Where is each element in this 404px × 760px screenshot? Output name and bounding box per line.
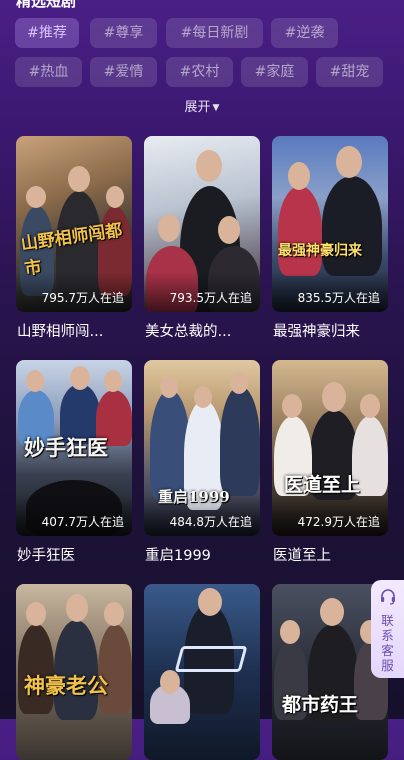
viewer-count: 484.8万人在追 xyxy=(169,515,252,529)
tag-romance[interactable]: #爱情 xyxy=(90,57,157,87)
viewer-count: 472.9万人在追 xyxy=(297,515,380,529)
viewer-count: 407.7万人在追 xyxy=(41,515,124,529)
customer-service-label: 联系客服 xyxy=(381,613,394,673)
drama-title[interactable]: 最强神豪归来 xyxy=(273,320,360,341)
poster-title-art: 神豪老公 xyxy=(24,673,108,698)
poster-title-art: 妙手狂医 xyxy=(24,435,108,460)
tag-passion[interactable]: #热血 xyxy=(15,57,82,87)
drama-title[interactable]: 美女总裁的... xyxy=(145,320,231,341)
drama-title[interactable]: 山野相师闯... xyxy=(17,320,103,341)
chevron-down-icon: ▼ xyxy=(212,103,220,113)
drama-poster[interactable]: 最强神豪归来 835.5万人在追 xyxy=(272,136,388,312)
viewer-count: 793.5万人在追 xyxy=(169,291,252,305)
poster-title-art: 都市药王 xyxy=(282,694,359,716)
drama-poster[interactable]: 妙手狂医 407.7万人在追 xyxy=(16,360,132,536)
poster-title-art: 医道至上 xyxy=(284,474,361,496)
tag-family[interactable]: #家庭 xyxy=(241,57,308,87)
tag-comeback[interactable]: #逆袭 xyxy=(271,18,338,48)
category-tags-row-1: #推荐 #尊享 #每日新剧 #逆袭 xyxy=(0,18,404,50)
category-tags-row-2: #热血 #爱情 #农村 #家庭 #甜宠 xyxy=(0,57,404,89)
customer-service-button[interactable]: 联系客服 xyxy=(371,580,404,678)
drama-poster[interactable]: 医道至上 472.9万人在追 xyxy=(272,360,388,536)
section-title: 精选短剧 xyxy=(16,0,77,10)
viewer-count: 835.5万人在追 xyxy=(297,291,380,305)
tag-daily-new[interactable]: #每日新剧 xyxy=(166,18,263,48)
expand-button[interactable]: 展开 ▼ xyxy=(0,96,404,115)
poster-title-art: 最强神豪归来 xyxy=(278,243,362,259)
drama-poster[interactable]: 重启1999 484.8万人在追 xyxy=(144,360,260,536)
drama-poster[interactable]: 山野相师闯都市 795.7万人在追 xyxy=(16,136,132,312)
expand-label: 展开 xyxy=(184,100,211,115)
drama-poster[interactable]: 神豪老公 xyxy=(16,584,132,760)
viewer-count: 795.7万人在追 xyxy=(41,291,124,305)
drama-poster[interactable] xyxy=(144,584,260,760)
tag-recommend[interactable]: #推荐 xyxy=(15,18,79,48)
tag-rural[interactable]: #农村 xyxy=(166,57,233,87)
drama-poster[interactable]: 793.5万人在追 xyxy=(144,136,260,312)
drama-title[interactable]: 医道至上 xyxy=(273,544,331,565)
headset-icon xyxy=(371,588,404,610)
drama-title[interactable]: 重启1999 xyxy=(145,544,211,565)
tag-sweet[interactable]: #甜宠 xyxy=(316,57,383,87)
tag-premium[interactable]: #尊享 xyxy=(90,18,157,48)
drama-title[interactable]: 妙手狂医 xyxy=(17,544,75,565)
